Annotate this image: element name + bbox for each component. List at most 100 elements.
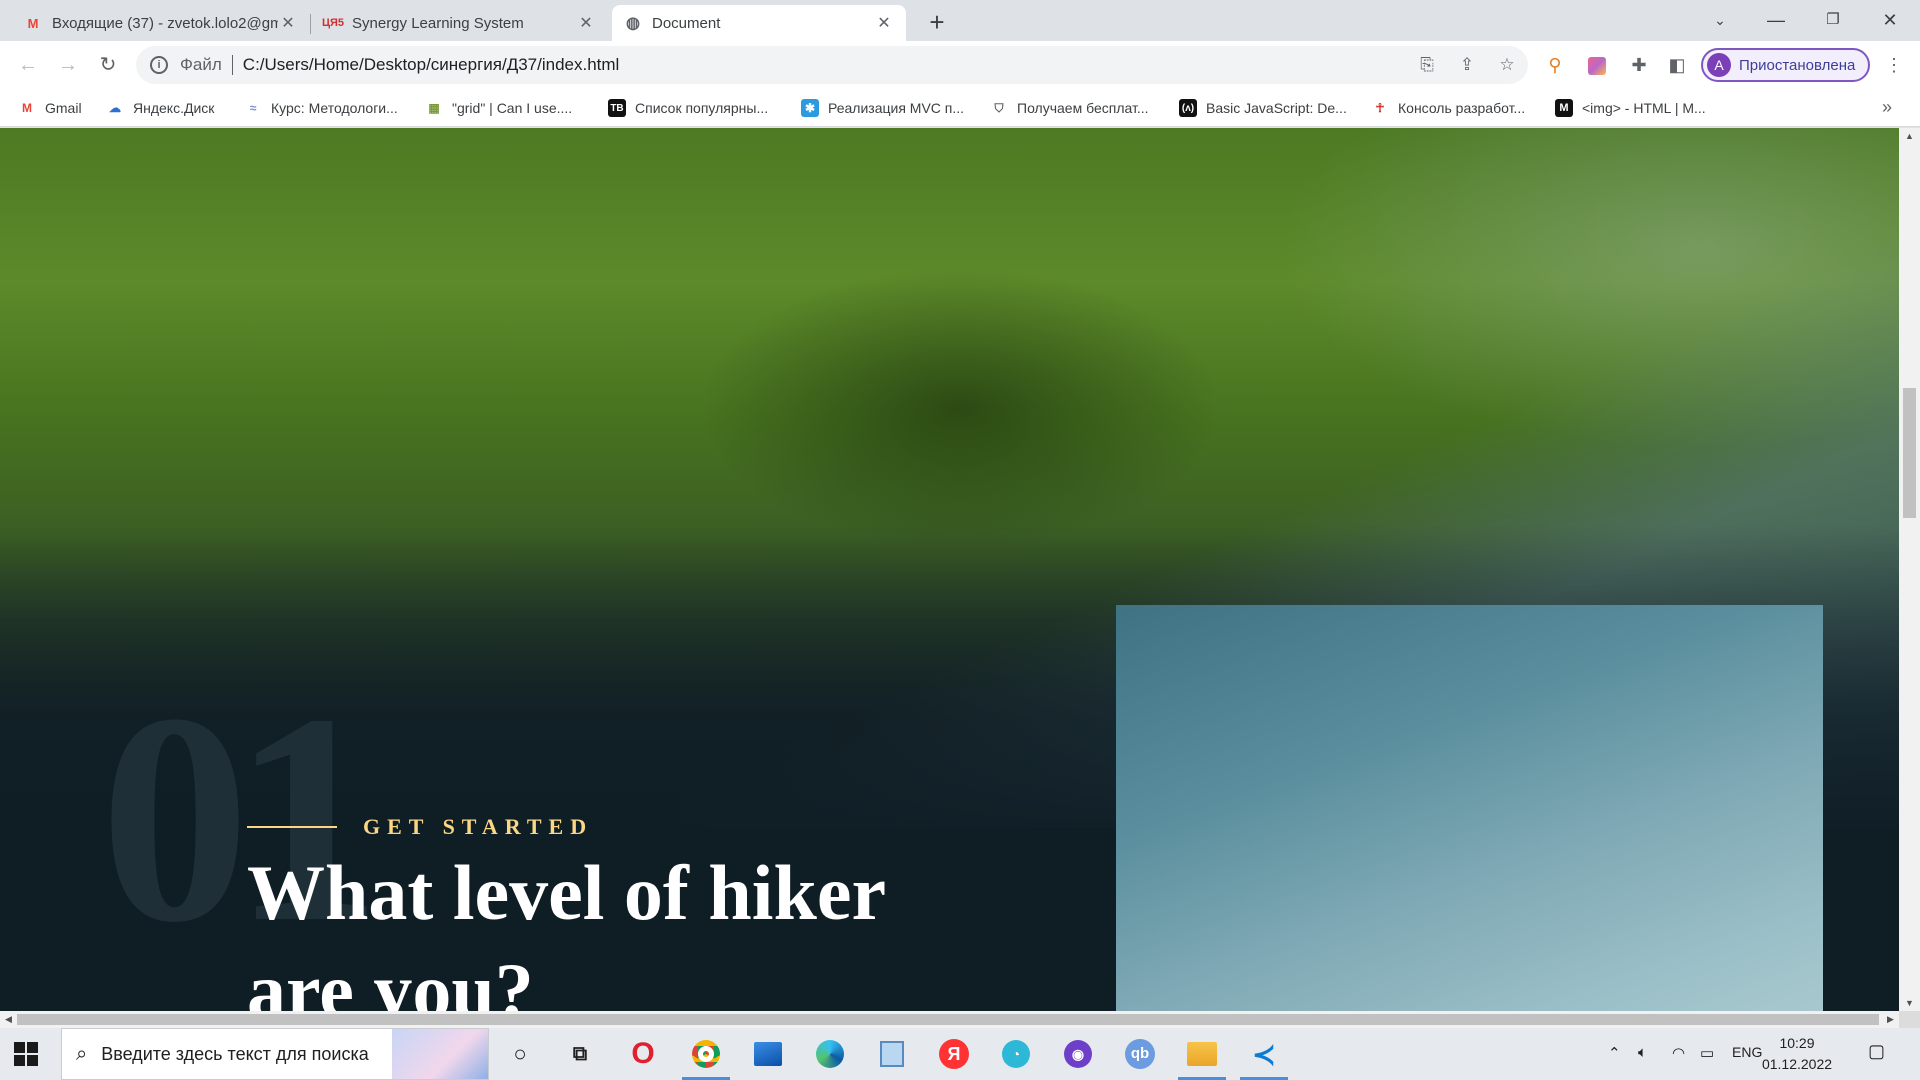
scroll-right-arrow-icon[interactable]: ▶	[1882, 1011, 1899, 1028]
tab-gmail[interactable]: M Входящие (37) - zvetok.lolo2@gm ✕	[12, 5, 310, 41]
mdn-icon: M	[1555, 99, 1573, 117]
qbittorrent-icon[interactable]: qb	[1122, 1036, 1158, 1072]
tab-title: Synergy Learning System	[352, 14, 524, 32]
bookmark-devtools[interactable]: ☥ Консоль разработ...	[1371, 97, 1526, 119]
bookmark-label: Яндекс.Диск	[133, 100, 215, 116]
chrome-icon[interactable]	[682, 1036, 730, 1080]
messenger-icon[interactable]: ◔	[998, 1036, 1034, 1072]
show-hidden-icons-chevron-icon[interactable]: ⌃	[1608, 1044, 1621, 1062]
tab-document[interactable]: ◍ Document ✕	[612, 5, 906, 41]
scroll-left-arrow-icon[interactable]: ◀	[0, 1011, 17, 1028]
edge-icon[interactable]	[812, 1036, 848, 1072]
forward-icon[interactable]: →	[52, 49, 84, 81]
section-kicker: GET STARTED	[247, 814, 593, 840]
reload-icon[interactable]: ↻	[92, 49, 124, 81]
bookmark-caniuse[interactable]: ▦ "grid" | Can I use....	[425, 97, 572, 119]
search-placeholder: Введите здесь текст для поиска	[101, 1043, 369, 1064]
bookmark-label: Получаем бесплат...	[1017, 100, 1149, 116]
browser-toolbar: ← → ↻ i Файл C:/Users/Home/Desktop/синер…	[0, 41, 1920, 89]
vertical-scroll-thumb[interactable]	[1903, 388, 1916, 518]
translate-icon[interactable]: ⎘	[1413, 51, 1441, 79]
tab-separator	[310, 14, 311, 34]
clock-date: 01.12.2022	[1761, 1056, 1833, 1072]
url-text: C:/Users/Home/Desktop/синергия/Д37/index…	[242, 55, 620, 74]
back-icon[interactable]: ←	[12, 49, 44, 81]
caniuse-icon: ▦	[428, 101, 440, 115]
scrollbar-corner	[1899, 1011, 1920, 1028]
horizontal-scroll-thumb[interactable]	[17, 1014, 1879, 1025]
bookmark-basic-js[interactable]: (ʌ) Basic JavaScript: De...	[1179, 97, 1347, 119]
extensions-puzzle-icon[interactable]: ✚	[1625, 51, 1653, 79]
bookmark-gmail[interactable]: M Gmail	[18, 97, 82, 119]
bookmark-label: "grid" | Can I use....	[452, 100, 573, 116]
profile-button[interactable]: A Приостановлена	[1701, 48, 1870, 82]
close-tab-icon[interactable]: ✕	[278, 13, 298, 33]
kicker-line	[247, 826, 337, 828]
bookmark-label: Курс: Методологи...	[271, 100, 398, 116]
tb-icon: TB	[608, 99, 626, 117]
close-window-button[interactable]: ✕	[1862, 0, 1918, 40]
menu-kebab-icon[interactable]: ⋮	[1880, 51, 1908, 79]
profile-status-label: Приостановлена	[1739, 56, 1856, 74]
tab-synergy[interactable]: ЦЯ5 Synergy Learning System ✕	[312, 5, 608, 41]
system-clock[interactable]: 10:29 01.12.2022	[1742, 1033, 1852, 1075]
tab-strip: M Входящие (37) - zvetok.lolo2@gm ✕ ЦЯ5 …	[0, 0, 1920, 41]
share-icon[interactable]: ⇪	[1453, 51, 1481, 79]
extension-gradient-icon[interactable]	[1583, 51, 1611, 79]
search-highlight-image	[392, 1029, 488, 1079]
task-view-icon[interactable]: ⧉	[562, 1036, 598, 1072]
extension-orange-icon[interactable]: ⚲	[1541, 51, 1569, 79]
vertical-scrollbar[interactable]: ▲ ▼	[1899, 128, 1920, 1011]
bookmark-popular-list[interactable]: TB Список популярны...	[608, 97, 768, 119]
file-explorer-icon[interactable]	[1178, 1036, 1226, 1080]
windows-start-icon[interactable]	[14, 1042, 38, 1066]
synergy-icon: ЦЯ5	[321, 17, 345, 29]
bookmark-course[interactable]: ≈ Курс: Методологи...	[244, 97, 398, 119]
bookmark-mvc[interactable]: ✱ Реализация MVC п...	[801, 97, 964, 119]
bookmark-star-icon[interactable]: ☆	[1493, 51, 1521, 79]
close-tab-icon[interactable]: ✕	[874, 13, 894, 33]
bookmark-yandex-disk[interactable]: ☁ Яндекс.Диск	[106, 97, 214, 119]
tab-search-chevron-icon[interactable]: ⌄	[1692, 0, 1748, 40]
freecodecamp-icon: (ʌ)	[1179, 99, 1197, 117]
minimize-button[interactable]: —	[1748, 0, 1804, 40]
taskbar-search-box[interactable]: ⌕ Введите здесь текст для поиска	[61, 1028, 489, 1080]
bookmark-label: Список популярны...	[635, 100, 769, 116]
volume-icon[interactable]: 🔈︎	[1638, 1044, 1647, 1061]
scroll-down-arrow-icon[interactable]: ▼	[1899, 995, 1920, 1011]
network-icon[interactable]: ◠	[1672, 1044, 1685, 1062]
address-bar[interactable]: i Файл C:/Users/Home/Desktop/синергия/Д3…	[136, 46, 1528, 84]
shield-icon: ⛉	[994, 100, 1004, 115]
globe-icon: ◍	[626, 15, 640, 32]
divider	[231, 55, 233, 75]
bookmark-free[interactable]: ⛉ Получаем бесплат...	[990, 97, 1149, 119]
close-tab-icon[interactable]: ✕	[576, 13, 596, 33]
horizontal-scrollbar[interactable]: ◀ ▶	[0, 1011, 1899, 1028]
scroll-up-arrow-icon[interactable]: ▲	[1899, 128, 1920, 144]
cortana-icon[interactable]: ○	[502, 1036, 538, 1072]
photos-icon[interactable]	[750, 1036, 786, 1072]
search-icon: ⌕	[76, 1042, 88, 1065]
bookmark-label: Консоль разработ...	[1398, 100, 1526, 116]
bookmark-label: <img> - HTML | M...	[1582, 100, 1706, 116]
vscode-icon[interactable]: ≺	[1240, 1036, 1288, 1080]
avatar: A	[1707, 53, 1731, 77]
info-icon[interactable]: i	[150, 56, 168, 74]
github-desktop-icon[interactable]: ◉	[1060, 1036, 1096, 1072]
file-scheme-label: Файл	[180, 55, 222, 74]
section-heading: What level of hiker are you?	[247, 849, 885, 1011]
yandex-browser-icon[interactable]: Я	[936, 1036, 972, 1072]
tab-title: Document	[652, 14, 721, 32]
side-panel-icon[interactable]: ◧	[1663, 51, 1691, 79]
bookmark-label: Basic JavaScript: De...	[1206, 100, 1347, 116]
battery-icon[interactable]: ▭	[1700, 1044, 1714, 1062]
notepad-icon[interactable]	[874, 1036, 910, 1072]
new-tab-button[interactable]: +	[922, 8, 952, 38]
bookmark-label: Реализация MVC п...	[828, 100, 965, 116]
restore-button[interactable]: ❐	[1805, 0, 1861, 40]
more-bookmarks-icon[interactable]: »	[1882, 97, 1892, 118]
page-viewport: 01 GET STARTED What level of hiker are y…	[0, 128, 1899, 1011]
bookmark-mdn-img[interactable]: M <img> - HTML | M...	[1555, 97, 1706, 119]
notification-center-icon[interactable]: ▢	[1868, 1041, 1885, 1062]
opera-icon[interactable]: O	[625, 1036, 661, 1072]
